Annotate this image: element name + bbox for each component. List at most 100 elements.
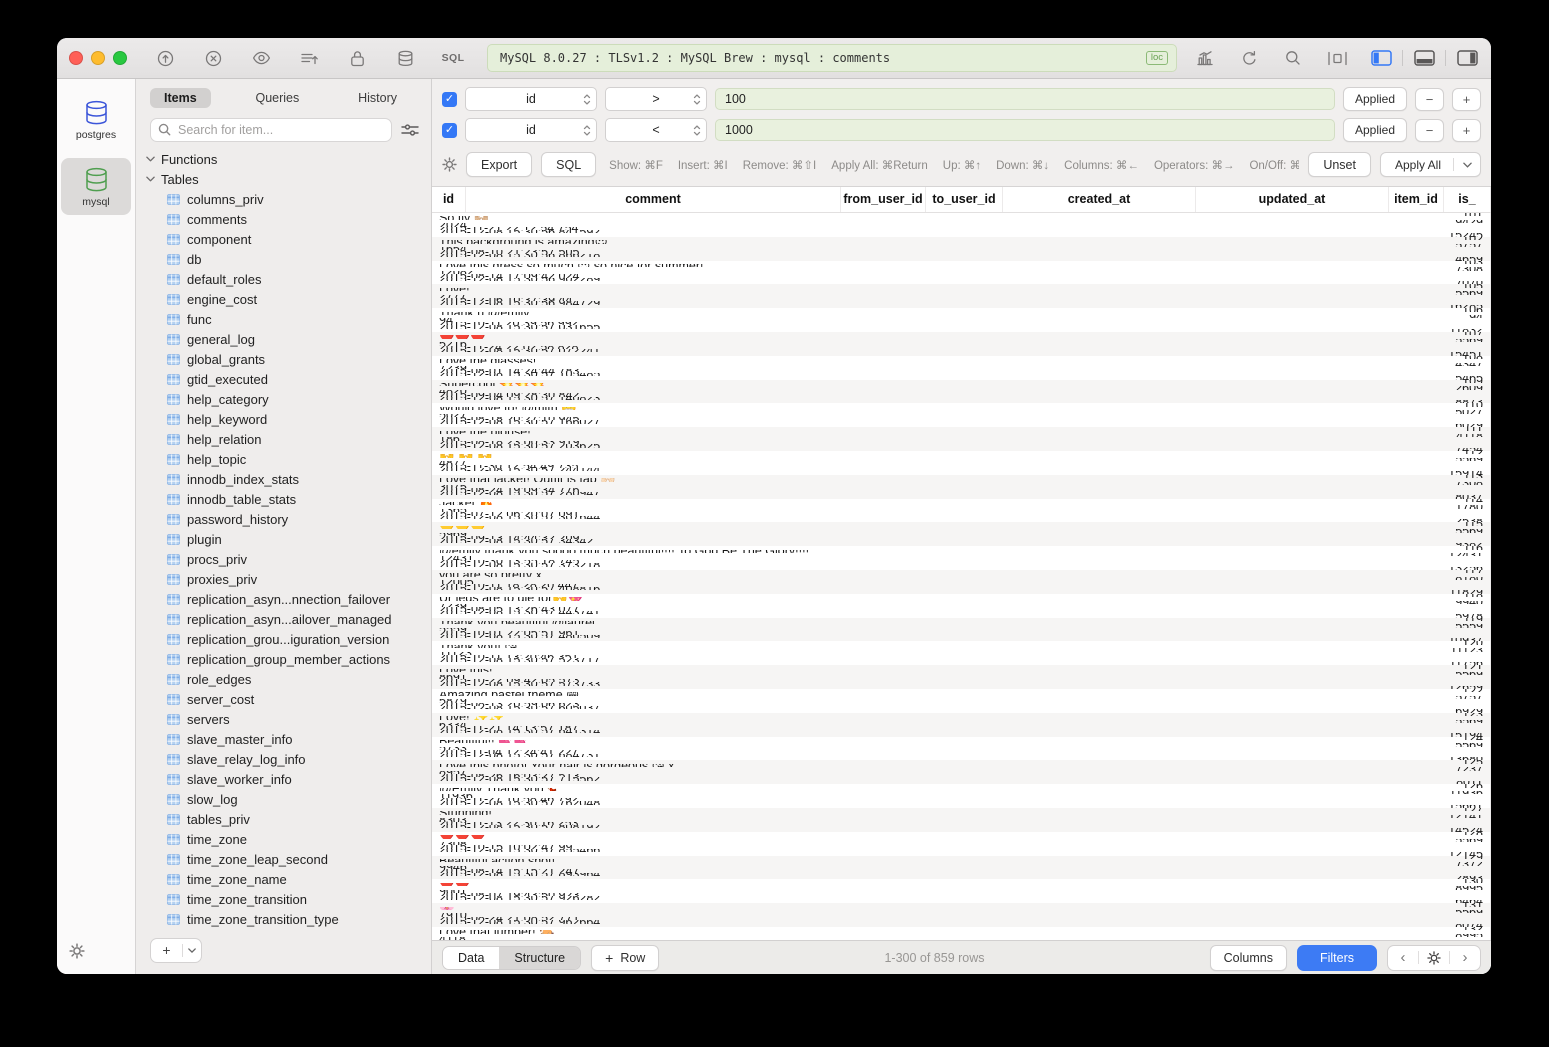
table-item-replication_grou...iguration_version[interactable]: replication_grou...iguration_version [146,629,431,649]
table-item-slave_master_info[interactable]: slave_master_info [146,729,431,749]
sql-button[interactable]: SQL [541,152,596,177]
filter-operator-select[interactable]: < [605,118,707,142]
column-header-updated_at[interactable]: updated_at [1196,187,1389,212]
database-icon[interactable] [393,46,417,70]
chart-icon[interactable] [1193,46,1217,70]
table-item-comments[interactable]: comments [146,209,431,229]
minimize-window-button[interactable] [91,51,105,65]
table-item-procs_priv[interactable]: procs_priv [146,549,431,569]
table-item-role_edges[interactable]: role_edges [146,669,431,689]
table-item-help_category[interactable]: help_category [146,389,431,409]
apply-all-button[interactable]: Apply All [1380,152,1481,177]
close-window-button[interactable] [69,51,83,65]
filter-value-input[interactable] [715,88,1335,110]
column-header-comment[interactable]: comment [466,187,841,212]
column-header-to_user_id[interactable]: to_user_id [926,187,1003,212]
tab-queries[interactable]: Queries [241,88,313,108]
connection-icon[interactable] [153,46,177,70]
table-item-db[interactable]: db [146,249,431,269]
table-item-time_zone_transition[interactable]: time_zone_transition [146,889,431,909]
table-item-engine_cost[interactable]: engine_cost [146,289,431,309]
table-item-server_cost[interactable]: server_cost [146,689,431,709]
tree-section-tables[interactable]: Tables [146,169,431,189]
tab-history[interactable]: History [344,88,411,108]
toggle-right-panel-icon[interactable] [1455,46,1479,70]
tab-items[interactable]: Items [150,88,211,108]
table-item-password_history[interactable]: password_history [146,509,431,529]
table-item-slow_log[interactable]: slow_log [146,789,431,809]
table-item-servers[interactable]: servers [146,709,431,729]
table-item-global_grants[interactable]: global_grants [146,349,431,369]
compare-icon[interactable] [1325,46,1349,70]
filter-checkbox[interactable]: ✓ [442,92,457,107]
remove-filter-button[interactable]: − [1415,88,1444,111]
toggle-bottom-panel-icon[interactable] [1412,46,1436,70]
filter-checkbox[interactable]: ✓ [442,123,457,138]
table-item-replication_asyn...ailover_managed[interactable]: replication_asyn...ailover_managed [146,609,431,629]
filter-sliders-icon[interactable] [401,123,419,137]
table-item-tables_priv[interactable]: tables_priv [146,809,431,829]
table-item-slave_worker_info[interactable]: slave_worker_info [146,769,431,789]
structure-list-icon[interactable] [297,46,321,70]
remove-filter-button[interactable]: − [1415,119,1444,142]
search-icon[interactable] [1281,46,1305,70]
filter-column-select[interactable]: id [465,118,597,142]
structure-tab[interactable]: Structure [499,947,580,969]
connection-mysql[interactable]: mysql [61,158,131,215]
add-row-button[interactable]: + Row [591,945,659,971]
table-item-time_zone[interactable]: time_zone [146,829,431,849]
export-button[interactable]: Export [466,152,532,177]
toggle-left-panel-icon[interactable] [1369,46,1393,70]
column-header-item_id[interactable]: item_id [1389,187,1444,212]
column-header-from_user_id[interactable]: from_user_id [841,187,926,212]
table-item-time_zone_leap_second[interactable]: time_zone_leap_second [146,849,431,869]
filter-value-input[interactable] [715,119,1335,141]
applied-button[interactable]: Applied [1343,118,1407,142]
lock-icon[interactable] [345,46,369,70]
table-item-func[interactable]: func [146,309,431,329]
data-tab[interactable]: Data [443,947,499,969]
table-item-general_log[interactable]: general_log [146,329,431,349]
filters-button[interactable]: Filters [1297,945,1377,971]
table-item-innodb_index_stats[interactable]: innodb_index_stats [146,469,431,489]
add-filter-button[interactable]: + [1452,119,1481,142]
column-header-created_at[interactable]: created_at [1003,187,1196,212]
sql-editor-icon[interactable]: SQL [441,46,465,70]
table-item-innodb_table_stats[interactable]: innodb_table_stats [146,489,431,509]
applied-button[interactable]: Applied [1343,87,1407,111]
page-settings-button[interactable] [1419,946,1449,970]
add-item-button[interactable]: + [150,938,202,963]
table-item-help_relation[interactable]: help_relation [146,429,431,449]
column-header-is_[interactable]: is_ [1444,187,1491,212]
next-page-button[interactable]: › [1450,946,1480,970]
preview-eye-icon[interactable] [249,46,273,70]
columns-button[interactable]: Columns [1210,945,1287,971]
table-item-help_keyword[interactable]: help_keyword [146,409,431,429]
gear-icon[interactable] [442,157,457,172]
table-item-replication_asyn...nnection_failover[interactable]: replication_asyn...nnection_failover [146,589,431,609]
add-filter-button[interactable]: + [1452,88,1481,111]
unset-button[interactable]: Unset [1308,152,1371,177]
connection-postgres[interactable]: postgres [61,91,131,148]
table-item-proxies_priv[interactable]: proxies_priv [146,569,431,589]
table-item-time_zone_transition_type[interactable]: time_zone_transition_type [146,909,431,929]
table-item-help_topic[interactable]: help_topic [146,449,431,469]
search-input[interactable] [150,118,392,142]
table-item-plugin[interactable]: plugin [146,529,431,549]
table-item-replication_group_member_actions[interactable]: replication_group_member_actions [146,649,431,669]
sidebar-settings[interactable] [57,943,85,974]
table-item-component[interactable]: component [146,229,431,249]
table-item-default_roles[interactable]: default_roles [146,269,431,289]
filter-operator-select[interactable]: > [605,87,707,111]
tree-section-functions[interactable]: Functions [146,149,431,169]
disconnect-icon[interactable] [201,46,225,70]
table-item-slave_relay_log_info[interactable]: slave_relay_log_info [146,749,431,769]
refresh-icon[interactable] [1237,46,1261,70]
filter-column-select[interactable]: id [465,87,597,111]
zoom-window-button[interactable] [113,51,127,65]
table-item-columns_priv[interactable]: columns_priv [146,189,431,209]
table-item-gtid_executed[interactable]: gtid_executed [146,369,431,389]
prev-page-button[interactable]: ‹ [1388,946,1418,970]
column-header-id[interactable]: id [432,187,466,212]
table-item-time_zone_name[interactable]: time_zone_name [146,869,431,889]
